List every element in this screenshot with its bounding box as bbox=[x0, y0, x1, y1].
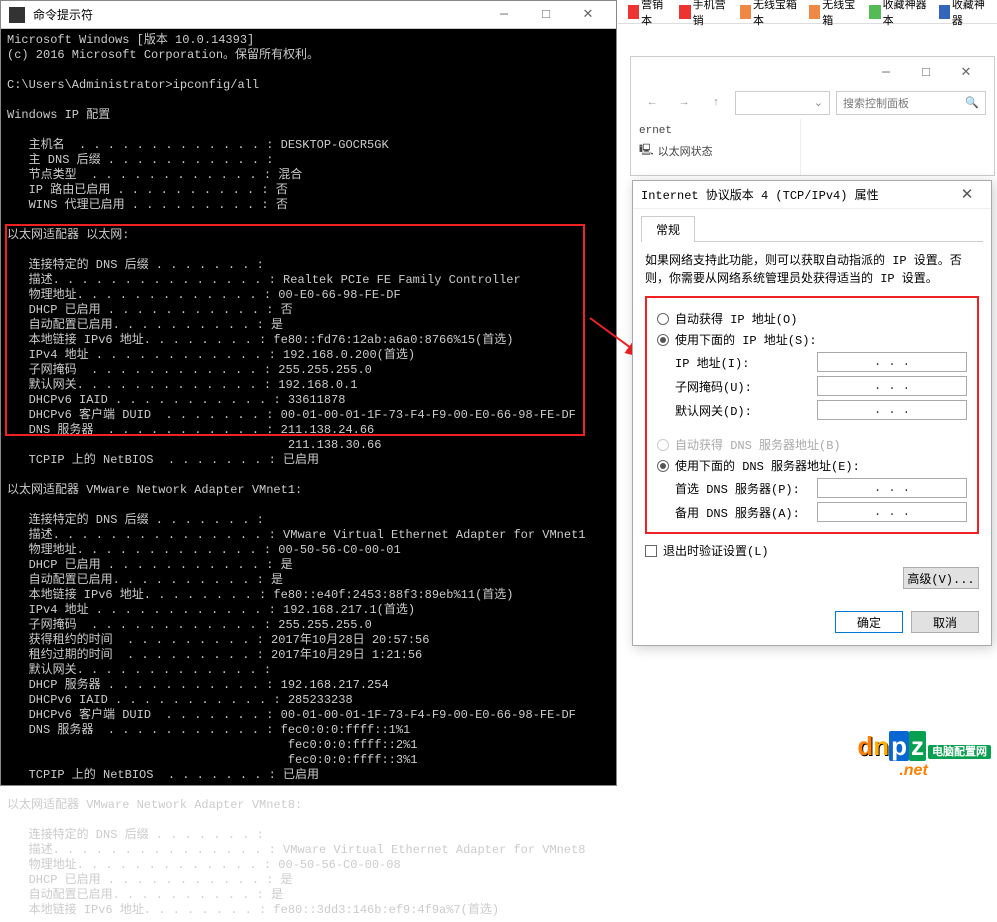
cancel-button[interactable]: 取消 bbox=[911, 611, 979, 633]
terminal-titlebar: 命令提示符 ─ □ ✕ bbox=[1, 1, 616, 29]
ok-button[interactable]: 确定 bbox=[835, 611, 903, 633]
alt-dns-input[interactable]: . . . bbox=[817, 502, 967, 522]
toolbar-item[interactable]: 营销本 bbox=[624, 0, 671, 30]
primary-dns-input[interactable]: . . . bbox=[817, 478, 967, 498]
back-button[interactable]: ← bbox=[639, 90, 665, 116]
mask-label: 子网掩码(U): bbox=[675, 378, 817, 395]
forward-button[interactable]: → bbox=[671, 90, 697, 116]
explorer-sidebar: ernet 🖳以太网状态 bbox=[631, 119, 801, 175]
square-icon bbox=[809, 5, 820, 19]
explorer-address-row: ← → ↑ ⌄ 搜索控制面板🔍 bbox=[631, 87, 994, 119]
minimize-button[interactable]: ─ bbox=[866, 60, 906, 84]
search-icon: 🔍 bbox=[965, 96, 979, 110]
maximize-button[interactable]: □ bbox=[526, 3, 566, 27]
gateway-input[interactable]: . . . bbox=[817, 400, 967, 420]
cmd-icon bbox=[9, 7, 25, 23]
advanced-button[interactable]: 高级(V)... bbox=[903, 567, 979, 589]
explorer-window: ─ □ ✕ ← → ↑ ⌄ 搜索控制面板🔍 ernet 🖳以太网状态 bbox=[630, 56, 995, 176]
subnet-mask-input[interactable]: . . . bbox=[817, 376, 967, 396]
square-icon bbox=[869, 5, 880, 19]
dialog-title: Internet 协议版本 4 (TCP/IPv4) 属性 bbox=[641, 186, 951, 203]
square-icon bbox=[740, 5, 751, 19]
terminal-title: 命令提示符 bbox=[33, 6, 484, 23]
square-icon bbox=[939, 5, 950, 19]
browser-toolbar: 营销本 手机营销 无线宝箱本 无线宝箱 收藏神器本 收藏神器 bbox=[618, 0, 997, 24]
radio-icon bbox=[657, 313, 669, 325]
explorer-titlebar: ─ □ ✕ bbox=[631, 57, 994, 87]
chevron-down-icon: ⌄ bbox=[814, 96, 823, 110]
toolbar-item[interactable]: 无线宝箱本 bbox=[736, 0, 801, 30]
close-button[interactable]: ✕ bbox=[568, 3, 608, 27]
terminal-content[interactable]: Microsoft Windows [版本 10.0.14393] (c) 20… bbox=[1, 29, 616, 922]
validate-checkbox-row[interactable]: 退出时验证设置(L) bbox=[645, 542, 979, 559]
radio-auto-dns: 自动获得 DNS 服务器地址(B) bbox=[657, 436, 967, 453]
up-button[interactable]: ↑ bbox=[703, 90, 729, 116]
ip-dns-group: 自动获得 IP 地址(O) 使用下面的 IP 地址(S): IP 地址(I):.… bbox=[645, 296, 979, 534]
search-input[interactable]: 搜索控制面板🔍 bbox=[836, 91, 986, 115]
radio-manual-dns[interactable]: 使用下面的 DNS 服务器地址(E): bbox=[657, 457, 967, 474]
close-button[interactable]: ✕ bbox=[951, 184, 983, 206]
ip-label: IP 地址(I): bbox=[675, 354, 817, 371]
close-button[interactable]: ✕ bbox=[946, 60, 986, 84]
checkbox-icon bbox=[645, 545, 657, 557]
tcpip-dialog: Internet 协议版本 4 (TCP/IPv4) 属性 ✕ 常规 如果网络支… bbox=[632, 180, 992, 646]
dialog-tabs: 常规 bbox=[641, 215, 983, 242]
square-icon bbox=[679, 5, 690, 19]
radio-icon bbox=[657, 460, 669, 472]
maximize-button[interactable]: □ bbox=[906, 60, 946, 84]
toolbar-item[interactable]: 收藏神器本 bbox=[865, 0, 930, 30]
radio-auto-ip[interactable]: 自动获得 IP 地址(O) bbox=[657, 310, 967, 327]
toolbar-item[interactable]: 无线宝箱 bbox=[805, 0, 861, 30]
square-icon bbox=[628, 5, 639, 19]
radio-icon bbox=[657, 334, 669, 346]
dns2-label: 备用 DNS 服务器(A): bbox=[675, 504, 817, 521]
ip-address-input[interactable]: . . . bbox=[817, 352, 967, 372]
terminal-window: 命令提示符 ─ □ ✕ Microsoft Windows [版本 10.0.1… bbox=[0, 0, 617, 786]
dialog-description: 如果网络支持此功能，则可以获取自动指派的 IP 设置。否则，你需要从网络系统管理… bbox=[645, 252, 979, 288]
minimize-button[interactable]: ─ bbox=[484, 3, 524, 27]
toolbar-item[interactable]: 收藏神器 bbox=[935, 0, 991, 30]
sidebar-item[interactable]: ernet bbox=[635, 123, 796, 139]
radio-icon bbox=[657, 439, 669, 451]
radio-manual-ip[interactable]: 使用下面的 IP 地址(S): bbox=[657, 331, 967, 348]
toolbar-item[interactable]: 手机营销 bbox=[675, 0, 731, 30]
dialog-titlebar: Internet 协议版本 4 (TCP/IPv4) 属性 ✕ bbox=[633, 181, 991, 209]
gateway-label: 默认网关(D): bbox=[675, 402, 817, 419]
address-bar[interactable]: ⌄ bbox=[735, 91, 830, 115]
tab-general[interactable]: 常规 bbox=[641, 216, 695, 242]
sidebar-item[interactable]: 🖳以太网状态 bbox=[635, 139, 796, 162]
dns1-label: 首选 DNS 服务器(P): bbox=[675, 480, 817, 497]
network-icon: 🖳 bbox=[639, 141, 654, 160]
watermark-logo: dnpz电脑配置网 .net bbox=[857, 731, 991, 780]
